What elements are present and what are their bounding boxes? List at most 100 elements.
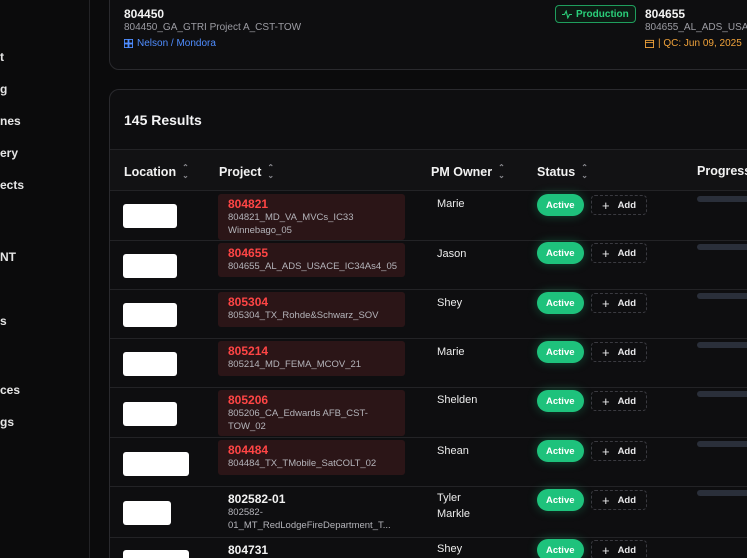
pm-owner: Shey <box>437 543 463 555</box>
project-cell[interactable]: 805304 805304_TX_Rohde&Schwarz_SOV <box>218 292 405 327</box>
project-name: 805304_TX_Rohde&Schwarz_SOV <box>228 310 379 321</box>
project-name: 804821_MD_VA_MVCs_IC33 Winnebago_05 <box>228 212 354 236</box>
table-row[interactable]: 804821 804821_MD_VA_MVCs_IC33 Winnebago_… <box>110 192 747 241</box>
progress-bar <box>697 490 747 496</box>
add-button[interactable]: + Add <box>591 293 647 313</box>
column-pm-owner[interactable]: PM Owner ⌃ ⌄ <box>431 164 505 180</box>
project-id[interactable]: 802582-01 <box>228 492 405 506</box>
status-badge[interactable]: Active <box>537 292 584 314</box>
status-badge[interactable]: Active <box>537 341 584 363</box>
sort-icon[interactable]: ⌃ ⌄ <box>581 164 588 180</box>
project-cell[interactable]: 805214 805214_MD_FEMA_MCOV_21 <box>218 341 405 376</box>
project-cell[interactable]: 802582-01 802582-01_MT_RedLodgeFireDepar… <box>218 489 405 535</box>
column-project-label: Project <box>219 165 262 179</box>
table-row[interactable]: 804731 Shey Active + Add <box>110 538 747 558</box>
column-project[interactable]: Project ⌃ ⌄ <box>219 164 274 180</box>
plus-icon: + <box>601 197 610 213</box>
results-panel: 145 Results Location ⌃ ⌄ Project ⌃ ⌄ PM Ow… <box>109 89 747 558</box>
add-button-label: Add <box>617 297 637 309</box>
location-thumbnail[interactable] <box>123 402 177 426</box>
plus-icon: + <box>601 393 610 409</box>
project-id[interactable]: 804484 <box>228 443 405 457</box>
location-thumbnail[interactable] <box>123 501 171 525</box>
column-status[interactable]: Status ⌃ ⌄ <box>537 164 588 180</box>
location-thumbnail[interactable] <box>123 352 177 376</box>
status-badge[interactable]: Active <box>537 390 584 412</box>
sidebar-item-5[interactable]: ects <box>0 178 24 192</box>
progress-bar <box>697 342 747 348</box>
project-name-secondary: 804655_AL_ADS_USAC <box>645 22 747 33</box>
add-button[interactable]: + Add <box>591 441 647 461</box>
project-summary-card[interactable]: 804450 804450_GA_GTRI Project A_CST-TOW … <box>109 0 747 70</box>
sidebar-item-4[interactable]: ery <box>0 146 18 160</box>
progress-bar <box>697 391 747 397</box>
sort-icon[interactable]: ⌃ ⌄ <box>182 164 189 180</box>
plus-icon: + <box>601 245 610 261</box>
table-row[interactable]: 805304 805304_TX_Rohde&Schwarz_SOV Shey … <box>110 290 747 339</box>
project-cell[interactable]: 804655 804655_AL_ADS_USACE_IC34As4_05 <box>218 243 405 277</box>
location-thumbnail[interactable] <box>123 254 177 278</box>
table-header: Location ⌃ ⌄ Project ⌃ ⌄ PM Owner ⌃ ⌄ Statu… <box>110 149 747 191</box>
sidebar: t g nes ery ects NT s ces gs <box>0 0 90 558</box>
sidebar-item-8[interactable]: ces <box>0 383 20 397</box>
add-button-label: Add <box>617 346 637 358</box>
add-button[interactable]: + Add <box>591 342 647 362</box>
grid-icon <box>124 39 133 48</box>
table-row[interactable]: 804655 804655_AL_ADS_USACE_IC34As4_05 Ja… <box>110 241 747 290</box>
activity-icon <box>562 9 572 19</box>
project-cell[interactable]: 805206 805206_CA_Edwards AFB_CST-TOW_02 <box>218 390 405 436</box>
add-button[interactable]: + Add <box>591 490 647 510</box>
project-id[interactable]: 805206 <box>228 393 405 407</box>
project-cell[interactable]: 804731 <box>218 540 405 558</box>
project-id[interactable]: 805214 <box>228 344 405 358</box>
project-id[interactable]: 804821 <box>228 197 405 211</box>
location-thumbnail[interactable] <box>123 303 177 327</box>
column-progress[interactable]: Progress <box>697 164 747 178</box>
add-button-label: Add <box>617 199 637 211</box>
table-row[interactable]: 805214 805214_MD_FEMA_MCOV_21 Marie Acti… <box>110 339 747 388</box>
sidebar-item-7[interactable]: s <box>0 314 7 328</box>
project-id[interactable]: 805304 <box>228 295 405 309</box>
project-cell[interactable]: 804484 804484_TX_TMobile_SatCOLT_02 <box>218 440 405 475</box>
status-badge[interactable]: Active <box>537 194 584 216</box>
location-thumbnail[interactable] <box>123 452 189 476</box>
project-id[interactable]: 804731 <box>228 543 405 557</box>
production-badge: Production <box>555 5 636 23</box>
sort-icon[interactable]: ⌃ ⌄ <box>267 164 274 180</box>
sidebar-item-2[interactable]: g <box>0 82 7 96</box>
plus-icon: + <box>601 492 610 508</box>
sidebar-item-9[interactable]: gs <box>0 415 14 429</box>
location-thumbnail[interactable] <box>123 204 177 228</box>
sort-icon[interactable]: ⌃ ⌄ <box>498 164 505 180</box>
pm-owner: Shey <box>437 297 463 309</box>
location-thumbnail[interactable] <box>123 550 189 558</box>
column-status-label: Status <box>537 165 576 179</box>
table-row[interactable]: 805206 805206_CA_Edwards AFB_CST-TOW_02 … <box>110 388 747 438</box>
qc-date-label: | QC: Jun 09, 2025 <box>658 38 742 49</box>
table-row[interactable]: 804484 804484_TX_TMobile_SatCOLT_02 Shea… <box>110 438 747 487</box>
sidebar-item-1[interactable]: t <box>0 50 4 64</box>
project-name: 804450_GA_GTRI Project A_CST-TOW <box>124 22 302 33</box>
sidebar-item-3[interactable]: nes <box>0 114 21 128</box>
qc-date: | QC: Jun 09, 2025 <box>645 38 742 49</box>
add-button-label: Add <box>617 544 637 556</box>
pm-owner: Tyler Markle <box>437 492 471 520</box>
status-badge[interactable]: Active <box>537 242 584 264</box>
team-link[interactable]: Nelson / Mondora <box>124 38 216 49</box>
project-cell[interactable]: 804821 804821_MD_VA_MVCs_IC33 Winnebago_… <box>218 194 405 240</box>
add-button[interactable]: + Add <box>591 243 647 263</box>
column-pm-owner-label: PM Owner <box>431 165 493 179</box>
add-button[interactable]: + Add <box>591 391 647 411</box>
add-button[interactable]: + Add <box>591 540 647 558</box>
table-row[interactable]: 802582-01 802582-01_MT_RedLodgeFireDepar… <box>110 487 747 538</box>
project-id[interactable]: 804655 <box>228 246 405 260</box>
status-badge[interactable]: Active <box>537 440 584 462</box>
production-badge-label: Production <box>576 8 629 20</box>
project-name: 805214_MD_FEMA_MCOV_21 <box>228 359 362 370</box>
status-badge[interactable]: Active <box>537 539 584 558</box>
project-id-secondary: 804655 <box>645 7 686 21</box>
status-badge[interactable]: Active <box>537 489 584 511</box>
sidebar-item-6[interactable]: NT <box>0 250 16 264</box>
column-location[interactable]: Location ⌃ ⌄ <box>124 164 189 180</box>
add-button[interactable]: + Add <box>591 195 647 215</box>
